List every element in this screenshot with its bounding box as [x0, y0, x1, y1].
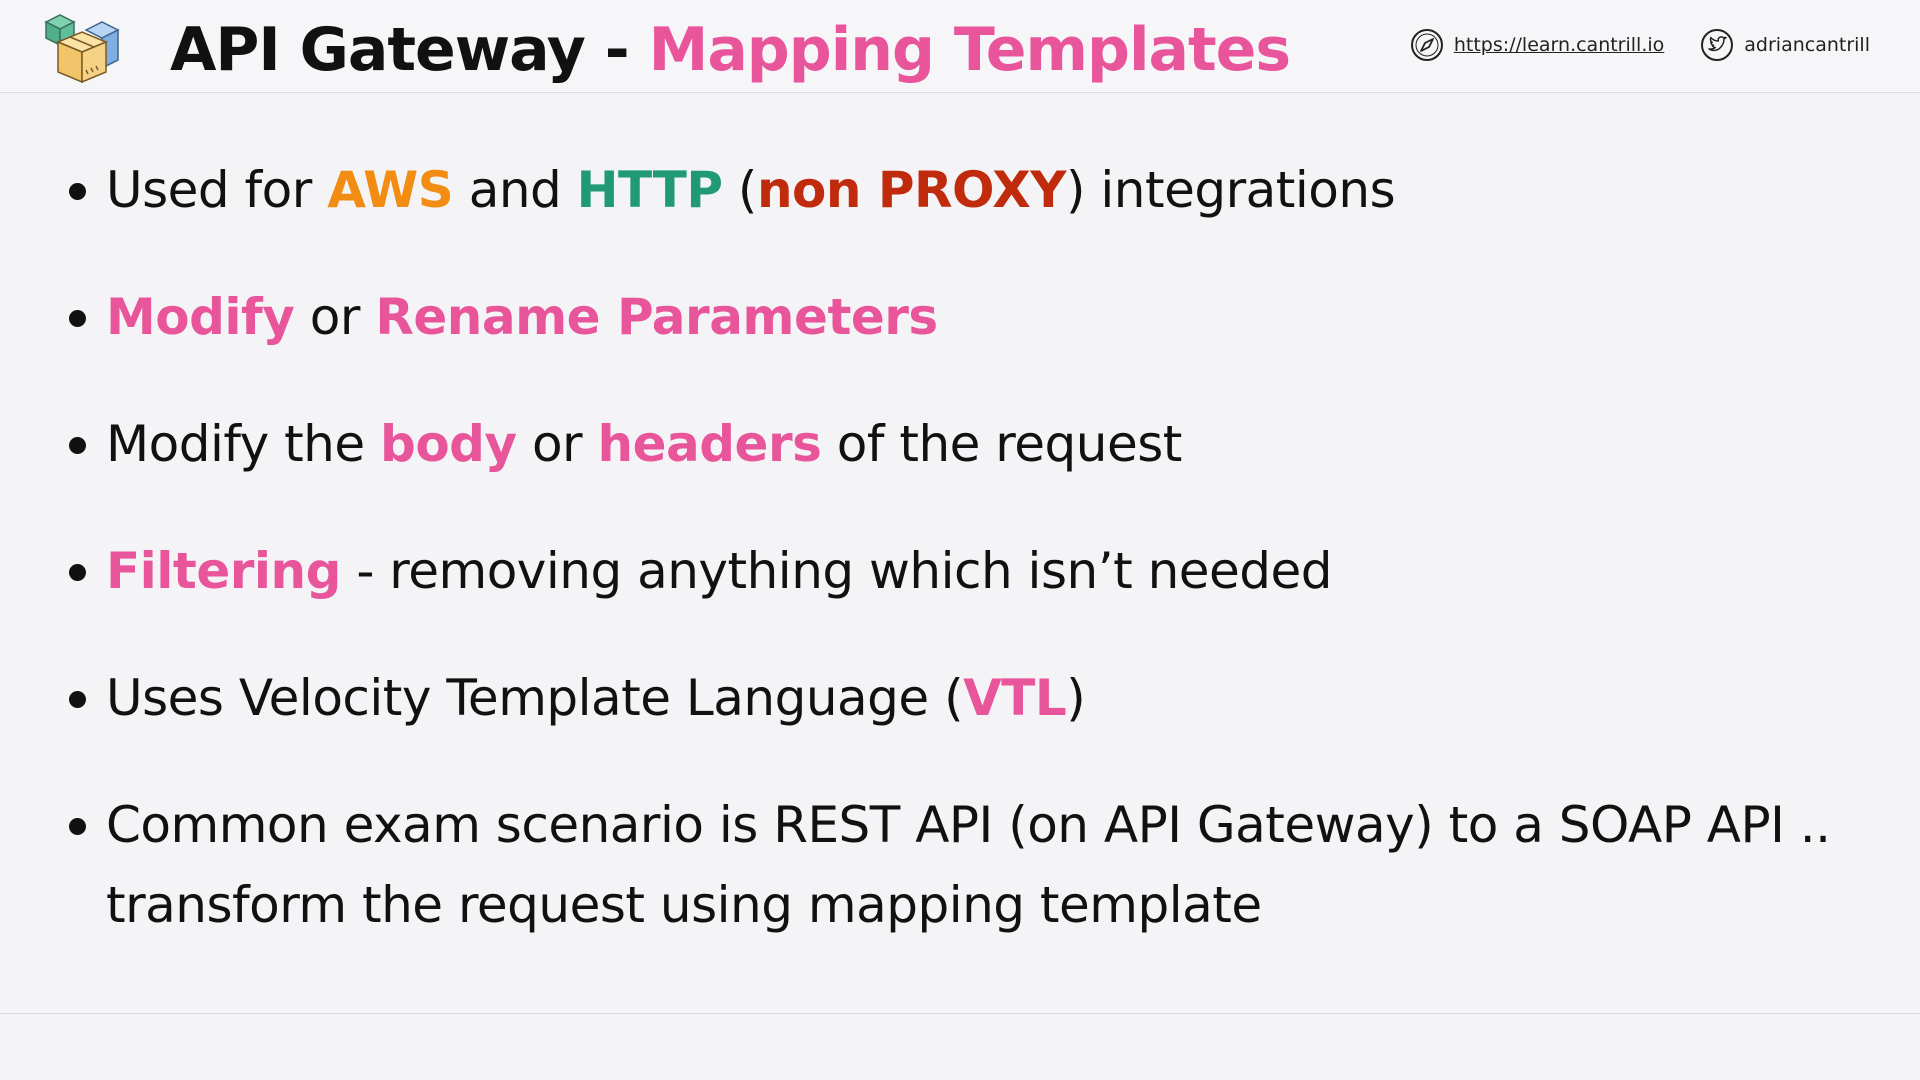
- website-url[interactable]: https://learn.cantrill.io: [1454, 34, 1664, 56]
- bullet-text: (: [722, 161, 758, 219]
- bullet-body-headers: Modify the body or headers of the reques…: [66, 404, 1866, 484]
- bullet-text: - removing anything which isn’t needed: [340, 542, 1333, 600]
- bullet-text: ) integrations: [1066, 161, 1396, 219]
- bullet-text: and: [453, 161, 577, 219]
- bullet-text: Uses Velocity Template Language (: [106, 669, 964, 727]
- twitter-bird-icon: [1701, 29, 1734, 61]
- bullet-vtl: Uses Velocity Template Language (VTL): [66, 658, 1866, 738]
- bullet-text: of the request: [821, 415, 1183, 473]
- bullet-integrations: Used for AWS and HTTP (non PROXY) integr…: [66, 150, 1866, 230]
- keyword-vtl: VTL: [963, 669, 1067, 727]
- title-main: API Gateway -: [170, 15, 649, 85]
- bullet-text: or: [516, 415, 598, 473]
- keyword-modify: Modify: [106, 288, 295, 346]
- bullet-text: Used for: [106, 161, 328, 219]
- website-link[interactable]: https://learn.cantrill.io: [1410, 28, 1664, 62]
- bullet-text: Common exam scenario is REST API (on API…: [106, 796, 1831, 934]
- keyword-filtering: Filtering: [106, 542, 341, 600]
- title-accent: Mapping Templates: [648, 15, 1291, 85]
- slide: API Gateway - Mapping Templates https://…: [0, 0, 1920, 1080]
- twitter-handle[interactable]: adriancantrill: [1744, 34, 1870, 56]
- bullet-text: or: [294, 288, 376, 346]
- bullet-text: Modify the: [106, 415, 381, 473]
- header-links: https://learn.cantrill.io adriancantrill: [1410, 28, 1870, 62]
- keyword-non-proxy: non PROXY: [756, 161, 1067, 219]
- keyword-body: body: [380, 415, 517, 473]
- bullet-list: Used for AWS and HTTP (non PROXY) integr…: [66, 150, 1866, 992]
- bullet-modify-rename: Modify or Rename Parameters: [66, 277, 1866, 357]
- compass-icon: [1410, 29, 1443, 61]
- twitter-link[interactable]: adriancantrill: [1700, 28, 1870, 62]
- bullet-exam-scenario: Common exam scenario is REST API (on API…: [66, 785, 1846, 945]
- footer-divider: [0, 1013, 1920, 1014]
- keyword-aws: AWS: [327, 161, 454, 219]
- keyword-rename-parameters: Rename Parameters: [375, 288, 938, 346]
- bullet-filtering: Filtering - removing anything which isn’…: [66, 531, 1866, 611]
- bullet-text: ): [1066, 669, 1086, 727]
- stacked-cubes-icon: [44, 14, 120, 84]
- slide-title: API Gateway - Mapping Templates: [170, 6, 1291, 94]
- keyword-http: HTTP: [576, 161, 723, 219]
- slide-header: API Gateway - Mapping Templates https://…: [0, 0, 1920, 93]
- keyword-headers: headers: [597, 415, 822, 473]
